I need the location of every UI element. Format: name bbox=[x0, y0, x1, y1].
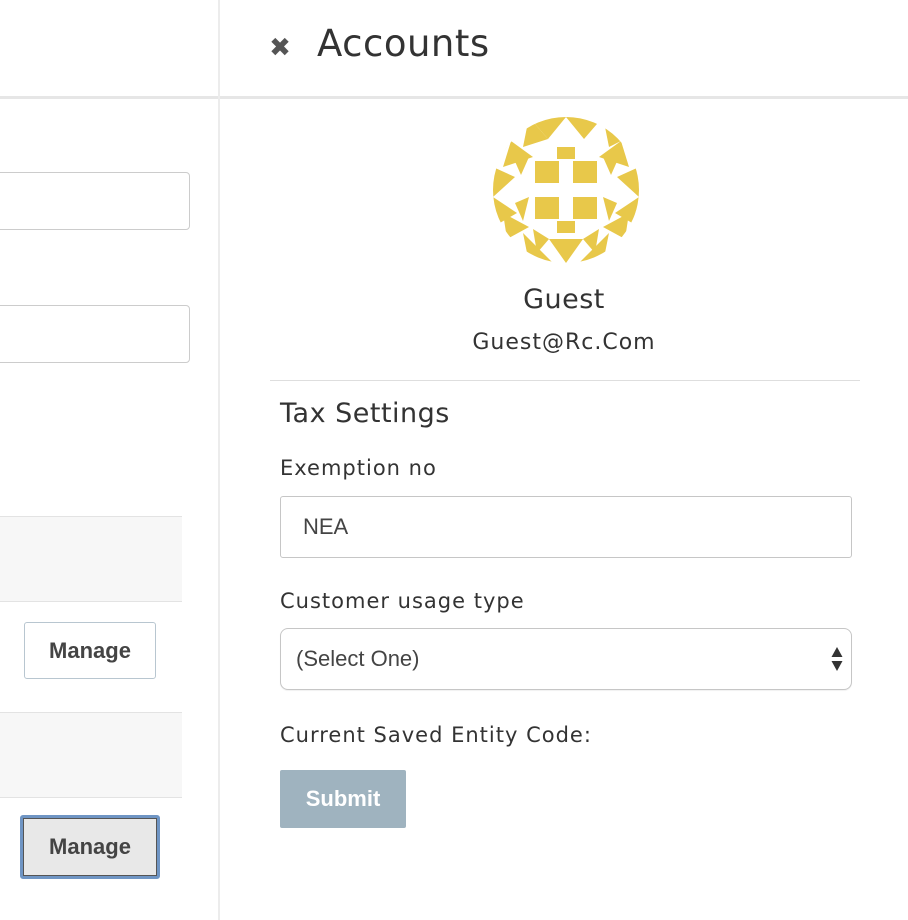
background-input-2[interactable] bbox=[0, 305, 190, 363]
section-divider bbox=[270, 380, 860, 381]
usage-type-selected: (Select One) bbox=[296, 646, 420, 671]
close-icon[interactable]: ✖ bbox=[265, 28, 295, 68]
manage-button-2[interactable]: Manage bbox=[20, 815, 160, 879]
exemption-input[interactable] bbox=[280, 496, 852, 558]
user-email: Guest@Rc.Com bbox=[472, 330, 656, 355]
background-header-divider bbox=[0, 96, 219, 99]
usage-type-label: Customer usage type bbox=[280, 589, 525, 613]
header-divider bbox=[220, 96, 908, 99]
background-row-1 bbox=[0, 516, 182, 602]
exemption-label: Exemption no bbox=[280, 456, 437, 480]
avatar bbox=[493, 117, 639, 263]
background-input-1[interactable] bbox=[0, 172, 190, 230]
panel-header: ✖ Accounts bbox=[220, 0, 908, 96]
submit-button[interactable]: Submit bbox=[280, 770, 406, 828]
panel-title: Accounts bbox=[317, 22, 490, 65]
select-arrows-icon bbox=[831, 647, 843, 671]
background-row-2 bbox=[0, 712, 182, 798]
user-name: Guest bbox=[523, 284, 605, 315]
entity-code-label: Current Saved Entity Code: bbox=[280, 723, 592, 747]
background-page: Manage Manage bbox=[0, 0, 219, 920]
usage-type-select[interactable]: (Select One) bbox=[280, 628, 852, 690]
manage-button-1[interactable]: Manage bbox=[24, 622, 156, 679]
tax-settings-title: Tax Settings bbox=[280, 398, 450, 429]
accounts-panel: ✖ Accounts Guest Guest@Rc.Com Tax Settin… bbox=[220, 0, 908, 920]
